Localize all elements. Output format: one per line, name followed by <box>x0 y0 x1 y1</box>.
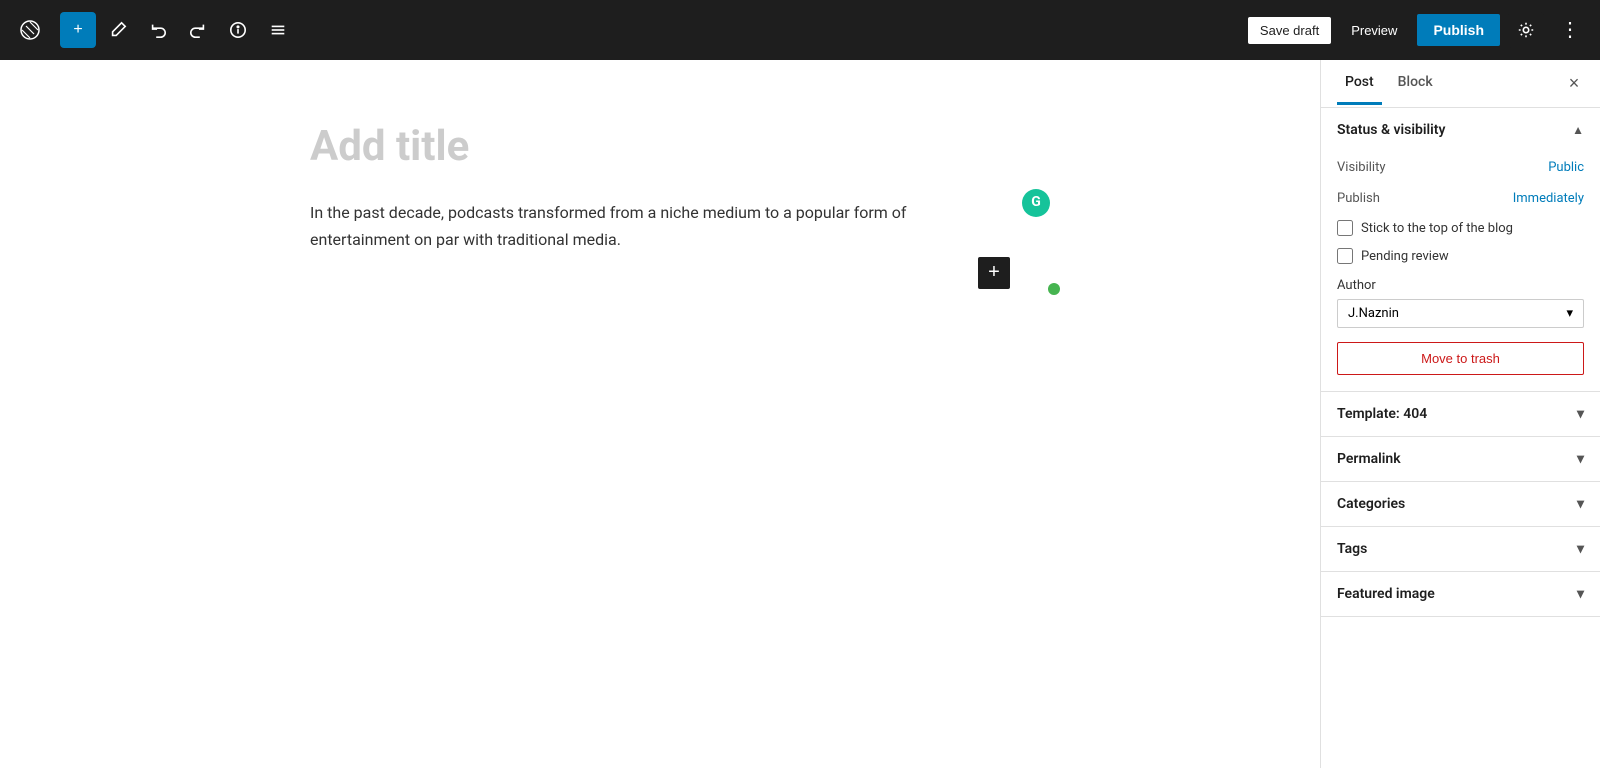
permalink-title: Permalink <box>1337 451 1401 467</box>
pending-review-checkbox[interactable] <box>1337 248 1353 264</box>
status-visibility-header[interactable]: Status & visibility ▲ <box>1321 108 1600 152</box>
sidebar-header: Post Block × <box>1321 60 1600 108</box>
stick-to-top-row: Stick to the top of the blog <box>1337 214 1584 242</box>
tab-post[interactable]: Post <box>1337 62 1382 105</box>
status-visibility-body: Visibility Public Publish Immediately St… <box>1321 152 1600 391</box>
grammarly-badge: G <box>1022 189 1050 217</box>
author-chevron: ▾ <box>1566 306 1573 321</box>
preview-button[interactable]: Preview <box>1339 17 1409 44</box>
tags-chevron: ▾ <box>1577 541 1584 557</box>
post-title-input[interactable]: Add title <box>310 120 1010 175</box>
featured-image-section[interactable]: Featured image ▾ <box>1321 572 1600 617</box>
stick-to-top-checkbox[interactable] <box>1337 220 1353 236</box>
editor-area: Add title In the past decade, podcasts t… <box>0 60 1320 768</box>
template-chevron: ▾ <box>1577 406 1584 422</box>
pending-review-label: Pending review <box>1361 249 1449 264</box>
wordpress-logo[interactable] <box>12 12 48 48</box>
list-view-button[interactable] <box>260 12 296 48</box>
more-options-button[interactable]: ⋮ <box>1552 12 1588 48</box>
settings-button[interactable] <box>1508 12 1544 48</box>
status-visibility-section: Status & visibility ▲ Visibility Public … <box>1321 108 1600 392</box>
main-layout: Add title In the past decade, podcasts t… <box>0 60 1600 768</box>
author-value: J.Naznin <box>1348 306 1399 321</box>
add-block-button[interactable]: + <box>978 257 1010 289</box>
tags-title: Tags <box>1337 541 1367 557</box>
toolbar: + Save draft Preview Publ <box>0 0 1600 60</box>
sidebar-close-button[interactable]: × <box>1560 70 1588 98</box>
author-label: Author <box>1337 278 1584 293</box>
status-visibility-title: Status & visibility <box>1337 122 1445 138</box>
pending-review-row: Pending review <box>1337 242 1584 270</box>
tags-section[interactable]: Tags ▾ <box>1321 527 1600 572</box>
redo-button[interactable] <box>180 12 216 48</box>
featured-image-title: Featured image <box>1337 586 1435 602</box>
move-to-trash-button[interactable]: Move to trash <box>1337 342 1584 375</box>
sidebar: Post Block × Status & visibility ▲ Visib… <box>1320 60 1600 768</box>
save-draft-button[interactable]: Save draft <box>1248 17 1331 44</box>
edit-toolbar-button[interactable] <box>100 12 136 48</box>
editor-content: Add title In the past decade, podcasts t… <box>310 120 1010 273</box>
post-body[interactable]: In the past decade, podcasts transformed… <box>310 199 1010 253</box>
template-section[interactable]: Template: 404 ▾ <box>1321 392 1600 437</box>
author-select[interactable]: J.Naznin ▾ <box>1337 299 1584 328</box>
template-title: Template: 404 <box>1337 406 1427 422</box>
permalink-chevron: ▾ <box>1577 451 1584 467</box>
visibility-row: Visibility Public <box>1337 152 1584 183</box>
featured-image-chevron: ▾ <box>1577 586 1584 602</box>
undo-button[interactable] <box>140 12 176 48</box>
permalink-section[interactable]: Permalink ▾ <box>1321 437 1600 482</box>
categories-chevron: ▾ <box>1577 496 1584 512</box>
publish-label: Publish <box>1337 191 1380 206</box>
publish-value[interactable]: Immediately <box>1513 191 1584 206</box>
stick-to-top-label: Stick to the top of the blog <box>1361 221 1513 236</box>
post-body-text: In the past decade, podcasts transformed… <box>310 203 906 249</box>
add-block-toolbar-button[interactable]: + <box>60 12 96 48</box>
publish-button[interactable]: Publish <box>1417 14 1500 46</box>
categories-section[interactable]: Categories ▾ <box>1321 482 1600 527</box>
publish-row: Publish Immediately <box>1337 183 1584 214</box>
tab-block[interactable]: Block <box>1390 62 1441 105</box>
visibility-value[interactable]: Public <box>1548 160 1584 175</box>
categories-title: Categories <box>1337 496 1405 512</box>
green-status-dot <box>1048 283 1060 295</box>
visibility-label: Visibility <box>1337 160 1386 175</box>
status-visibility-chevron: ▲ <box>1572 123 1584 137</box>
info-button[interactable] <box>220 12 256 48</box>
